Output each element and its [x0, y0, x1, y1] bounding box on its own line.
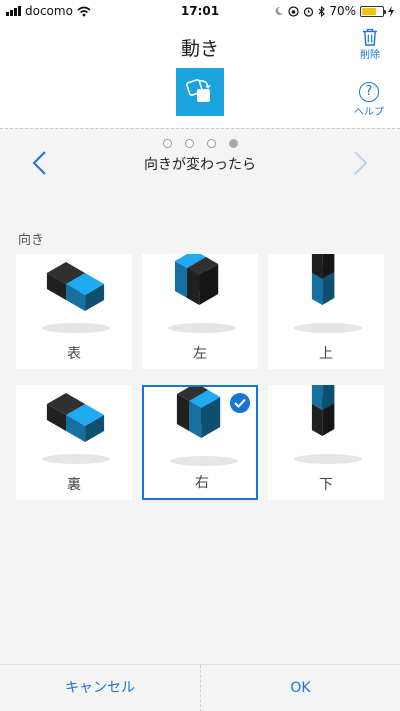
help-label: ヘルプ — [354, 107, 384, 118]
rotation-lock-icon — [288, 5, 299, 17]
battery-icon — [360, 5, 386, 17]
orientation-label: 左 — [193, 346, 207, 362]
orientation-grid: 表 左 上裏 右 下 — [16, 254, 384, 500]
block-illustration — [16, 254, 132, 342]
help-button[interactable]: ? ヘルプ — [354, 82, 384, 118]
orientation-option[interactable]: 右 — [142, 385, 258, 500]
charging-icon — [388, 5, 394, 17]
checkmark-icon — [230, 393, 250, 413]
orientation-label: 上 — [319, 346, 333, 362]
delete-label: 削除 — [360, 50, 380, 61]
block-illustration — [142, 254, 258, 342]
status-bar: docomo 17:01 70% — [0, 0, 400, 22]
step-title: 向きが変わったら — [144, 157, 256, 173]
page-dot — [162, 139, 172, 148]
page-dot — [206, 139, 216, 148]
orientation-option[interactable]: 裏 — [16, 385, 132, 500]
page-dot — [184, 139, 194, 148]
page-dot — [228, 139, 238, 148]
motion-icon — [186, 79, 211, 102]
next-button[interactable] — [344, 148, 374, 178]
orientation-option[interactable]: 表 — [16, 254, 132, 369]
moon-icon — [275, 6, 284, 15]
status-right: 70% — [274, 4, 394, 18]
orientation-label: 表 — [67, 346, 81, 362]
step-navigation: 向きが変わったら — [0, 148, 400, 178]
orientation-label: 裏 — [67, 477, 81, 493]
motion-app-icon — [176, 68, 224, 116]
block-illustration — [16, 385, 132, 473]
block-illustration — [268, 385, 384, 473]
page-title: 動き — [180, 38, 219, 60]
delete-button[interactable]: 削除 — [360, 28, 380, 61]
cancel-button[interactable]: キャンセル — [0, 665, 200, 711]
orientation-option[interactable]: 上 — [268, 254, 384, 369]
block-illustration — [268, 254, 384, 342]
footer: キャンセル OK — [0, 664, 400, 711]
section-label: 向き — [18, 233, 45, 248]
trash-icon — [363, 28, 377, 46]
header-divider — [0, 128, 400, 129]
orientation-label: 下 — [319, 477, 333, 493]
bluetooth-icon — [318, 5, 326, 17]
orientation-label: 右 — [195, 475, 209, 491]
alarm-icon — [304, 6, 314, 17]
orientation-option[interactable]: 左 — [142, 254, 258, 369]
header: 動き 削除 ? ヘルプ — [0, 22, 400, 128]
ok-button[interactable]: OK — [200, 665, 400, 711]
chevron-right-icon — [354, 151, 368, 175]
battery-percent: 70% — [329, 4, 356, 18]
orientation-option[interactable]: 下 — [268, 385, 384, 500]
page-indicator — [0, 139, 400, 148]
help-icon: ? — [359, 82, 379, 102]
